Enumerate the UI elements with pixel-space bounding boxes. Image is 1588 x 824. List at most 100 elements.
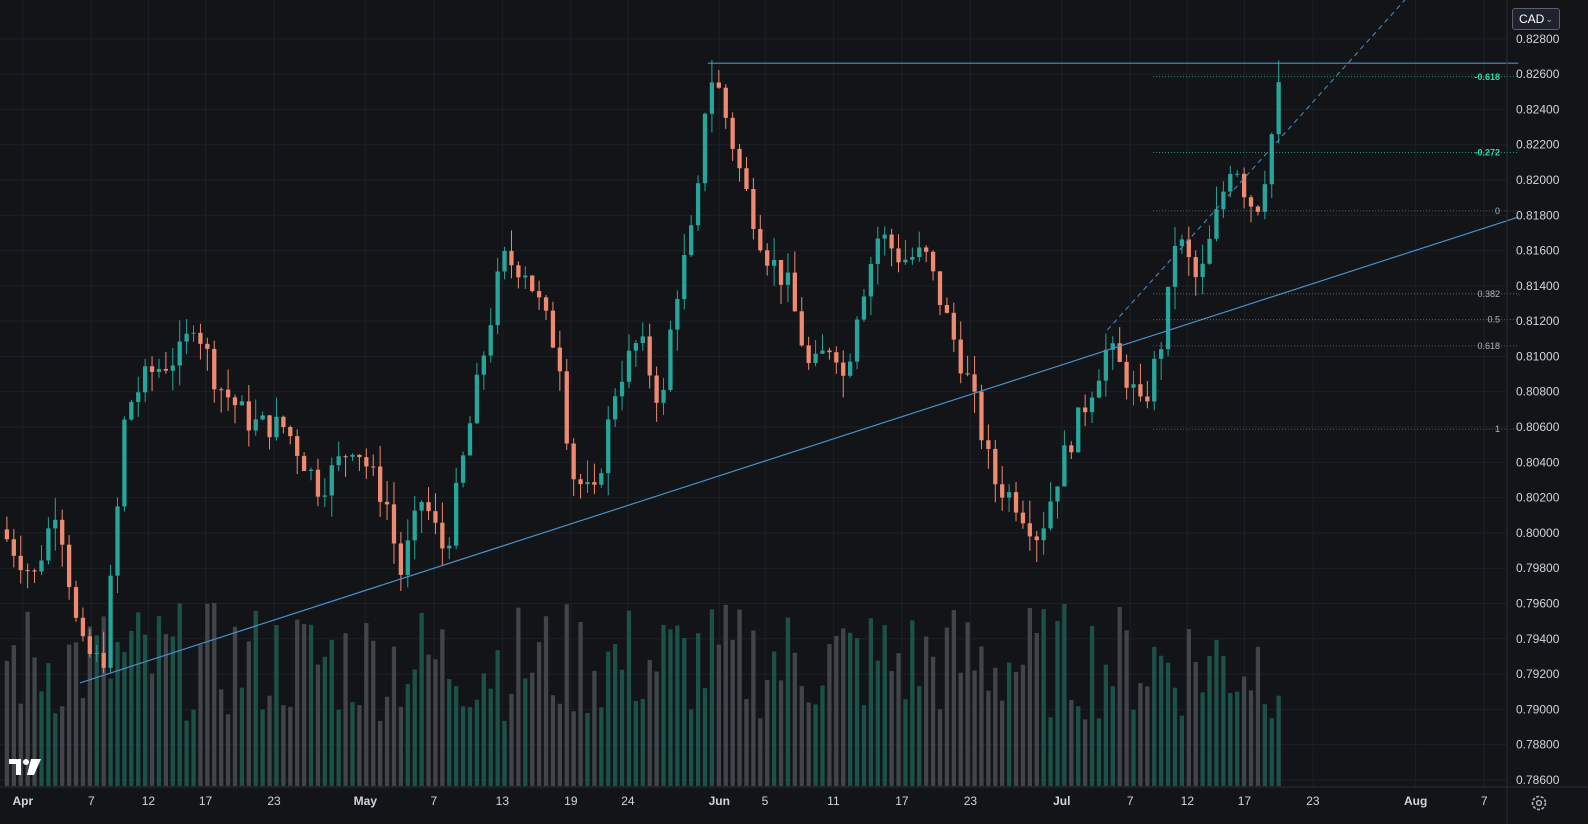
candle-body [1055, 486, 1060, 502]
candle-body [260, 415, 265, 420]
candle-body [875, 238, 880, 264]
candle-body [1276, 82, 1281, 135]
time-tick-label: Aug [1404, 794, 1427, 808]
candle-body [806, 345, 811, 364]
candle-body [972, 374, 977, 392]
candle-body [523, 275, 528, 278]
candle-body [1013, 492, 1019, 513]
candle-body [1235, 173, 1240, 175]
candle-body [1214, 209, 1219, 239]
candle-body [1262, 184, 1267, 212]
candlestick-chart[interactable]: -0.618 -0.272 0 0.382 0.5 0.618 1 0.82800 0.826… [0, 0, 1588, 824]
volume-bar [184, 720, 189, 786]
volume-bar [73, 642, 79, 786]
candle-body [474, 374, 480, 424]
candle-body [543, 297, 549, 311]
volume-bar [744, 699, 749, 786]
volume-bar [336, 709, 341, 786]
candle-body [315, 469, 321, 497]
volume-bar [924, 636, 929, 786]
candle-body [53, 519, 58, 529]
candle-body [903, 259, 908, 263]
tradingview-logo-icon[interactable] [8, 756, 42, 778]
volume-bar [495, 650, 500, 786]
volume-bar [301, 624, 307, 786]
volume-bar [295, 619, 300, 786]
volume-bar [986, 690, 991, 786]
candle-body [1200, 263, 1205, 278]
volume-bar [592, 670, 597, 786]
time-tick-label: 24 [621, 794, 635, 808]
volume-bar [564, 604, 569, 786]
volume-bar [661, 624, 666, 786]
fib-level-label: 1 [1495, 424, 1500, 434]
volume-bar [944, 627, 950, 786]
candle-body [640, 336, 645, 344]
candle-body [32, 570, 37, 572]
time-tick-label: 11 [827, 794, 840, 808]
time-tick-label: 19 [564, 794, 578, 808]
candle-body [253, 419, 258, 431]
volume-bar [122, 652, 127, 786]
candle-body [149, 366, 155, 372]
gear-icon[interactable] [1528, 792, 1550, 814]
volume-bar [1117, 606, 1122, 786]
candle-body [924, 247, 929, 252]
currency-selector-button[interactable]: CAD ⌄ [1512, 8, 1560, 30]
price-tick-label: 0.79200 [1516, 667, 1560, 681]
volume-bar [571, 711, 576, 786]
candle-body [60, 519, 65, 545]
candle-body [1020, 512, 1026, 524]
candle-body [246, 401, 251, 431]
candle-body [889, 234, 894, 249]
volume-bar [599, 707, 604, 786]
chart-area[interactable]: -0.618 -0.272 0 0.382 0.5 0.618 1 0.82800 0.826… [0, 0, 1588, 824]
volume-bar [1124, 630, 1129, 786]
candle-body [281, 416, 286, 427]
candle-body [1006, 492, 1012, 498]
volume-bar [440, 629, 445, 786]
volume-bar [751, 630, 756, 786]
candle-body [813, 353, 818, 364]
volume-bar [1034, 633, 1039, 786]
candle-body [274, 416, 279, 438]
candle-body [550, 310, 556, 348]
volume-bar [315, 664, 321, 786]
candle-body [1186, 239, 1191, 258]
candle-body [94, 652, 99, 654]
time-tick-label: 5 [762, 794, 769, 808]
candle-body [585, 482, 590, 485]
candle-body [39, 560, 44, 572]
candle-body [606, 419, 611, 474]
candle-body [384, 501, 390, 505]
time-tick-label: Apr [12, 794, 33, 808]
time-tick-label: 17 [1238, 794, 1252, 808]
volume-bar [951, 610, 956, 786]
volume-bar [516, 607, 521, 786]
fib-level-label: 0.382 [1477, 289, 1500, 299]
time-tick-label: 23 [1306, 794, 1320, 808]
candle-body [1103, 349, 1109, 381]
volume-bar [322, 656, 327, 786]
time-tick-label: 17 [895, 794, 909, 808]
candle-body [827, 350, 832, 353]
volume-bar [1165, 662, 1171, 786]
volume-bar [1193, 661, 1198, 786]
candle-body [488, 325, 493, 356]
candle-body [460, 455, 466, 483]
volume-bar [550, 695, 556, 786]
volume-bar [136, 612, 141, 786]
volume-bar [695, 633, 701, 786]
candle-body [633, 343, 639, 351]
volume-bar [723, 604, 728, 786]
volume-bar [371, 640, 376, 786]
volume-bar [834, 636, 839, 786]
volume-bar [60, 706, 65, 786]
fib-level-label: 0.5 [1487, 314, 1500, 324]
candle-body [1048, 501, 1053, 529]
volume-bar [177, 603, 182, 786]
candle-body [101, 652, 106, 668]
candle-body [1165, 286, 1171, 350]
candle-body [1221, 191, 1226, 210]
candle-body [758, 229, 763, 251]
